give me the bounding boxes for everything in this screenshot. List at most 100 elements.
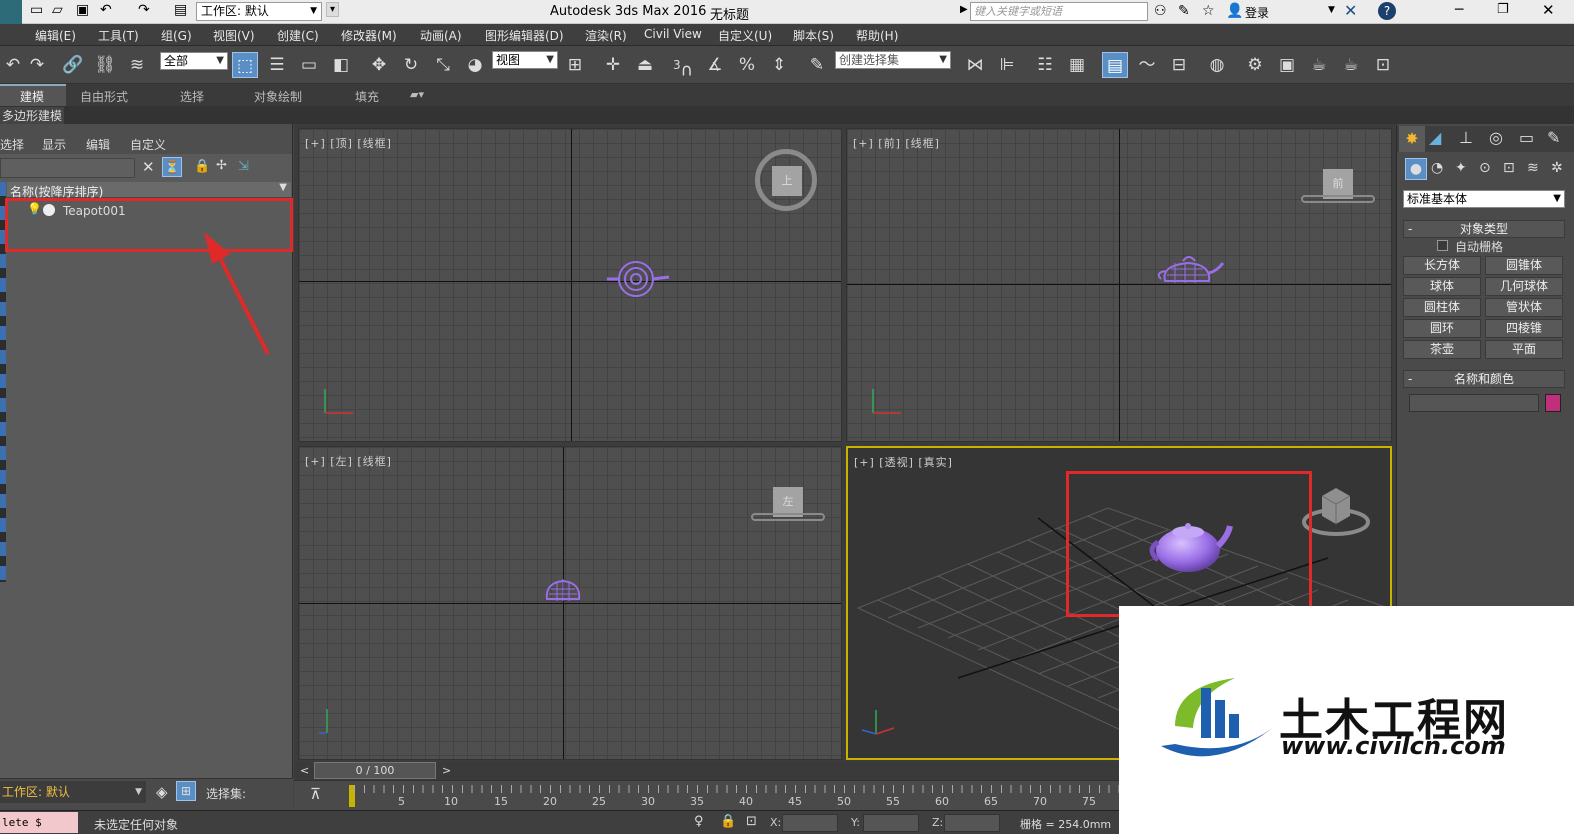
hierarchy-tab-icon[interactable]: ⊥ xyxy=(1459,128,1473,147)
hierarchy-icon[interactable]: ⇲ xyxy=(238,159,249,174)
selection-lock-icon[interactable]: 🔒 xyxy=(720,814,736,829)
help-icon[interactable]: ? xyxy=(1378,2,1396,20)
save-icon[interactable]: ▣ xyxy=(76,2,89,18)
track-bar[interactable]: ⊼ 5 10 15 20 25 30 35 40 45 50 55 60 65 … xyxy=(294,780,1124,810)
y-coord-field[interactable] xyxy=(863,814,919,832)
render-setup-icon[interactable]: ⚙ xyxy=(1242,52,1268,78)
viewport-label-front[interactable]: [+] [前] [线框] xyxy=(853,135,940,151)
menu-graph-editors[interactable]: 图形编辑器(D) xyxy=(485,27,564,44)
menu-tools[interactable]: 工具(T) xyxy=(98,27,139,44)
menu-edit[interactable]: 编辑(E) xyxy=(35,27,76,44)
lights-icon[interactable]: ✦ xyxy=(1455,160,1467,176)
subscription-icon[interactable]: ✎ xyxy=(1178,3,1190,19)
geometry-icon[interactable]: ● xyxy=(1405,158,1427,180)
box-button[interactable]: 长方体 xyxy=(1403,256,1481,275)
explorer-search-input[interactable] xyxy=(0,158,135,178)
time-slider-thumb[interactable]: 0 / 100 xyxy=(314,762,436,779)
maximize-icon[interactable]: ❐ xyxy=(1497,2,1509,17)
ribbon-options-icon[interactable]: ▰▾ xyxy=(410,88,424,101)
reference-coord-dropdown[interactable]: 视图 ▼ xyxy=(492,51,558,69)
tab-object-paint[interactable]: 对象绘制 xyxy=(254,88,302,105)
maxscript-listener[interactable]: lete $ xyxy=(0,812,78,833)
exchange-icon[interactable]: ✕ xyxy=(1344,1,1357,20)
login-link[interactable]: 登录 xyxy=(1245,4,1269,21)
user-icon[interactable]: 👤 xyxy=(1226,3,1243,19)
favorites-star-icon[interactable]: ☆ xyxy=(1202,3,1215,19)
display-tab-icon[interactable]: ▭ xyxy=(1519,128,1534,147)
menu-civil-view[interactable]: Civil View xyxy=(644,27,702,41)
object-type-rollout[interactable]: - 对象类型 xyxy=(1403,220,1565,238)
viewcube[interactable]: 上 xyxy=(772,166,802,196)
polygon-modeling-panel[interactable]: 多边形建模 xyxy=(0,107,65,124)
curve-editor-icon[interactable]: 〜 xyxy=(1134,52,1160,78)
redo-icon[interactable]: ↷ xyxy=(138,2,150,18)
object-color-swatch[interactable] xyxy=(1545,394,1561,412)
cone-button[interactable]: 圆锥体 xyxy=(1485,256,1563,275)
category-dropdown[interactable]: 标准基本体 ▼ xyxy=(1403,190,1565,208)
filter-icon[interactable]: ⏳ xyxy=(162,157,182,177)
minimize-icon[interactable]: ─ xyxy=(1455,2,1463,18)
viewport-front[interactable]: [+] [前] [线框] 前 xyxy=(846,128,1392,442)
select-by-name-icon[interactable]: ☰ xyxy=(264,52,290,78)
login-chevron-icon[interactable]: ▼ xyxy=(1328,5,1335,15)
tab-customize[interactable]: 自定义 xyxy=(130,136,166,153)
undo-icon[interactable]: ↶ xyxy=(0,52,26,78)
open-file-icon[interactable]: ▱ xyxy=(52,2,63,18)
isolate-icon[interactable]: ♀ xyxy=(694,814,704,829)
search-input[interactable]: 键入关键字或短语 xyxy=(970,2,1148,21)
teapot-button[interactable]: 茶壶 xyxy=(1403,340,1481,359)
x-coord-field[interactable] xyxy=(782,814,838,832)
viewport-label-top[interactable]: [+] [顶] [线框] xyxy=(305,135,392,151)
z-coord-field[interactable] xyxy=(944,814,1000,832)
project-folder-icon[interactable]: ▤ xyxy=(174,2,187,18)
keyboard-shortcut-icon[interactable]: ⏏ xyxy=(632,52,658,78)
systems-icon[interactable]: ✲ xyxy=(1551,160,1563,176)
close-icon[interactable]: ✕ xyxy=(1542,1,1555,19)
scale-icon[interactable]: ⤡ xyxy=(430,52,456,78)
layer-manager-icon[interactable]: ☷ xyxy=(1032,52,1058,78)
menu-group[interactable]: 组(G) xyxy=(161,27,192,44)
rect-selection-icon[interactable]: ▭ xyxy=(296,52,322,78)
unlink-icon[interactable]: ⛓ xyxy=(92,52,118,78)
render-production-icon[interactable]: ☕ xyxy=(1306,52,1332,78)
autogrid-checkbox[interactable] xyxy=(1437,240,1448,251)
mirror-icon[interactable]: ⋈ xyxy=(962,52,988,78)
viewport-left[interactable]: [+] [左] [线框] 左 xyxy=(298,446,842,760)
helpers-icon[interactable]: ⊡ xyxy=(1503,160,1515,176)
geosphere-button[interactable]: 几何球体 xyxy=(1485,277,1563,296)
tube-button[interactable]: 管状体 xyxy=(1485,298,1563,317)
select-manipulate-icon[interactable]: ✛ xyxy=(600,52,626,78)
tab-freeform[interactable]: 自由形式 xyxy=(80,88,128,105)
binoculars-icon[interactable]: ⚇ xyxy=(1154,3,1167,19)
pyramid-button[interactable]: 四棱锥 xyxy=(1485,319,1563,338)
modify-tab-icon[interactable]: ◢ xyxy=(1429,128,1441,147)
selection-filter-dropdown[interactable]: 全部 ▼ xyxy=(160,52,228,70)
shapes-icon[interactable]: ◔ xyxy=(1431,160,1443,176)
lock-icon[interactable]: 🔒 xyxy=(194,159,210,174)
plane-button[interactable]: 平面 xyxy=(1485,340,1563,359)
menu-customize[interactable]: 自定义(U) xyxy=(718,27,772,44)
motion-tab-icon[interactable]: ◎ xyxy=(1489,128,1503,147)
create-tab-icon[interactable]: ✸ xyxy=(1399,126,1425,152)
workspace-dropdown[interactable]: 工作区: 默认 ▼ xyxy=(196,2,322,21)
menu-create[interactable]: 创建(C) xyxy=(277,27,319,44)
render-iterative-icon[interactable]: ☕ xyxy=(1338,52,1364,78)
torus-button[interactable]: 圆环 xyxy=(1403,319,1481,338)
undo-icon[interactable]: ↶ xyxy=(100,2,112,18)
name-color-rollout[interactable]: - 名称和颜色 xyxy=(1403,370,1565,388)
viewport-top[interactable]: [+] [顶] [线框] 上 xyxy=(298,128,842,442)
search-arrow-icon[interactable]: ▶ xyxy=(960,4,968,15)
pivot-center-icon[interactable]: ⊞ xyxy=(562,52,588,78)
viewcube-ring[interactable] xyxy=(751,513,825,521)
menu-scripting[interactable]: 脚本(S) xyxy=(793,27,834,44)
tab-display[interactable]: 显示 xyxy=(42,136,66,153)
menu-modifiers[interactable]: 修改器(M) xyxy=(341,27,397,44)
clear-search-icon[interactable]: ✕ xyxy=(142,158,155,176)
rotate-icon[interactable]: ↻ xyxy=(398,52,424,78)
add-selection-icon[interactable]: ✢ xyxy=(216,158,227,173)
move-icon[interactable]: ✥ xyxy=(366,52,392,78)
new-file-icon[interactable]: ▭ xyxy=(30,2,43,18)
spacewarps-icon[interactable]: ≋ xyxy=(1527,160,1539,176)
viewport-label-left[interactable]: [+] [左] [线框] xyxy=(305,453,392,469)
mini-curve-editor-icon[interactable]: ⊼ xyxy=(310,785,321,803)
